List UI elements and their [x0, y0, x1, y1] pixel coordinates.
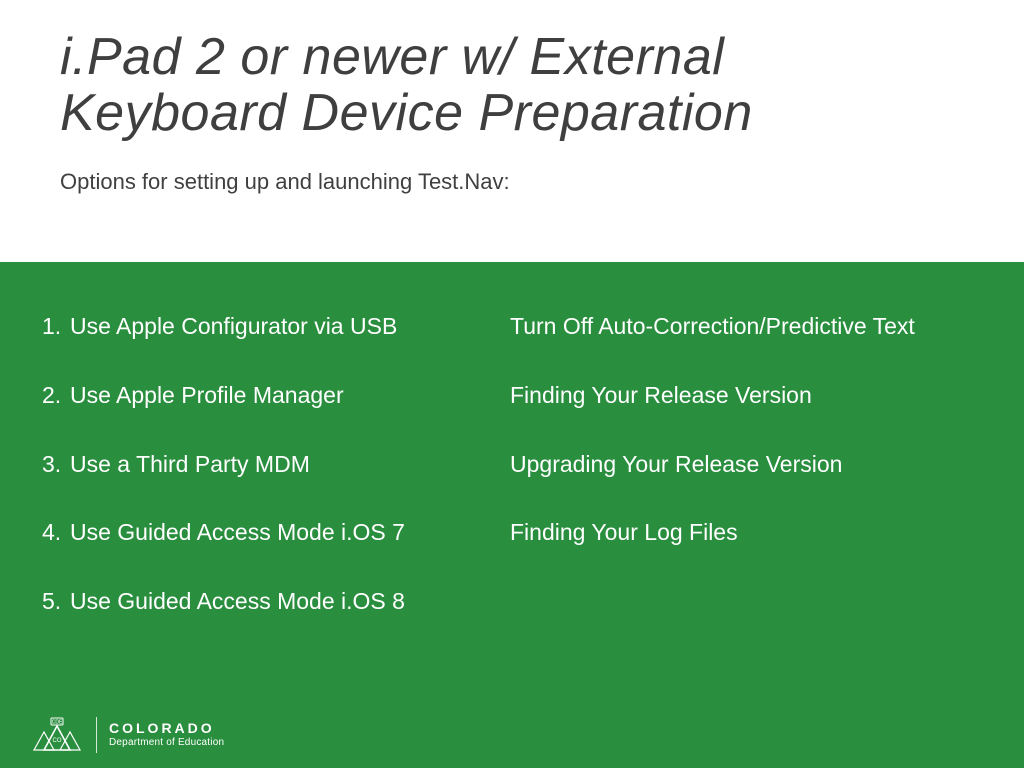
svg-text:CO: CO	[53, 738, 62, 744]
list-item-left: 5.Use Guided Access Mode i.OS 8	[70, 587, 510, 616]
content-grid: 1.Use Apple Configurator via USB Turn Of…	[0, 262, 1024, 616]
list-text: Use Guided Access Mode i.OS 8	[70, 588, 405, 614]
logo-divider	[96, 717, 97, 753]
slide-title: i.Pad 2 or newer w/ External Keyboard De…	[60, 30, 964, 141]
list-item-right: Turn Off Auto-Correction/Predictive Text	[510, 312, 984, 341]
list-row: 2.Use Apple Profile Manager Finding Your…	[70, 381, 984, 410]
list-number: 4.	[42, 518, 70, 547]
slide: i.Pad 2 or newer w/ External Keyboard De…	[0, 0, 1024, 768]
header-area: i.Pad 2 or newer w/ External Keyboard De…	[0, 0, 1024, 205]
slide-subtitle: Options for setting up and launching Tes…	[60, 169, 964, 195]
list-text: Use a Third Party MDM	[70, 451, 310, 477]
logo-dept: Department of Education	[109, 738, 224, 749]
list-item-right: Finding Your Release Version	[510, 381, 984, 410]
list-number: 3.	[42, 450, 70, 479]
list-number: 5.	[42, 587, 70, 616]
list-row: 3.Use a Third Party MDM Upgrading Your R…	[70, 450, 984, 479]
list-text: Use Apple Profile Manager	[70, 382, 344, 408]
list-item-left: 1.Use Apple Configurator via USB	[70, 312, 510, 341]
content-panel: 1.Use Apple Configurator via USB Turn Of…	[0, 262, 1024, 768]
footer-logo: CDE CO COLORADO Department of Education	[30, 716, 224, 754]
list-item-left: 3.Use a Third Party MDM	[70, 450, 510, 479]
list-text: Use Guided Access Mode i.OS 7	[70, 519, 405, 545]
cde-badge-icon: CDE CO	[30, 716, 84, 754]
cde-badge-label: CDE	[52, 720, 63, 726]
list-row: 5.Use Guided Access Mode i.OS 8	[70, 587, 984, 616]
list-item-left: 4.Use Guided Access Mode i.OS 7	[70, 518, 510, 547]
list-text: Use Apple Configurator via USB	[70, 313, 397, 339]
list-item-right	[510, 587, 984, 616]
list-row: 1.Use Apple Configurator via USB Turn Of…	[70, 312, 984, 341]
list-item-right: Finding Your Log Files	[510, 518, 984, 547]
list-item-right: Upgrading Your Release Version	[510, 450, 984, 479]
logo-text: COLORADO Department of Education	[109, 721, 224, 748]
logo-state: COLORADO	[109, 721, 224, 736]
list-number: 1.	[42, 312, 70, 341]
list-number: 2.	[42, 381, 70, 410]
list-item-left: 2.Use Apple Profile Manager	[70, 381, 510, 410]
list-row: 4.Use Guided Access Mode i.OS 7 Finding …	[70, 518, 984, 547]
